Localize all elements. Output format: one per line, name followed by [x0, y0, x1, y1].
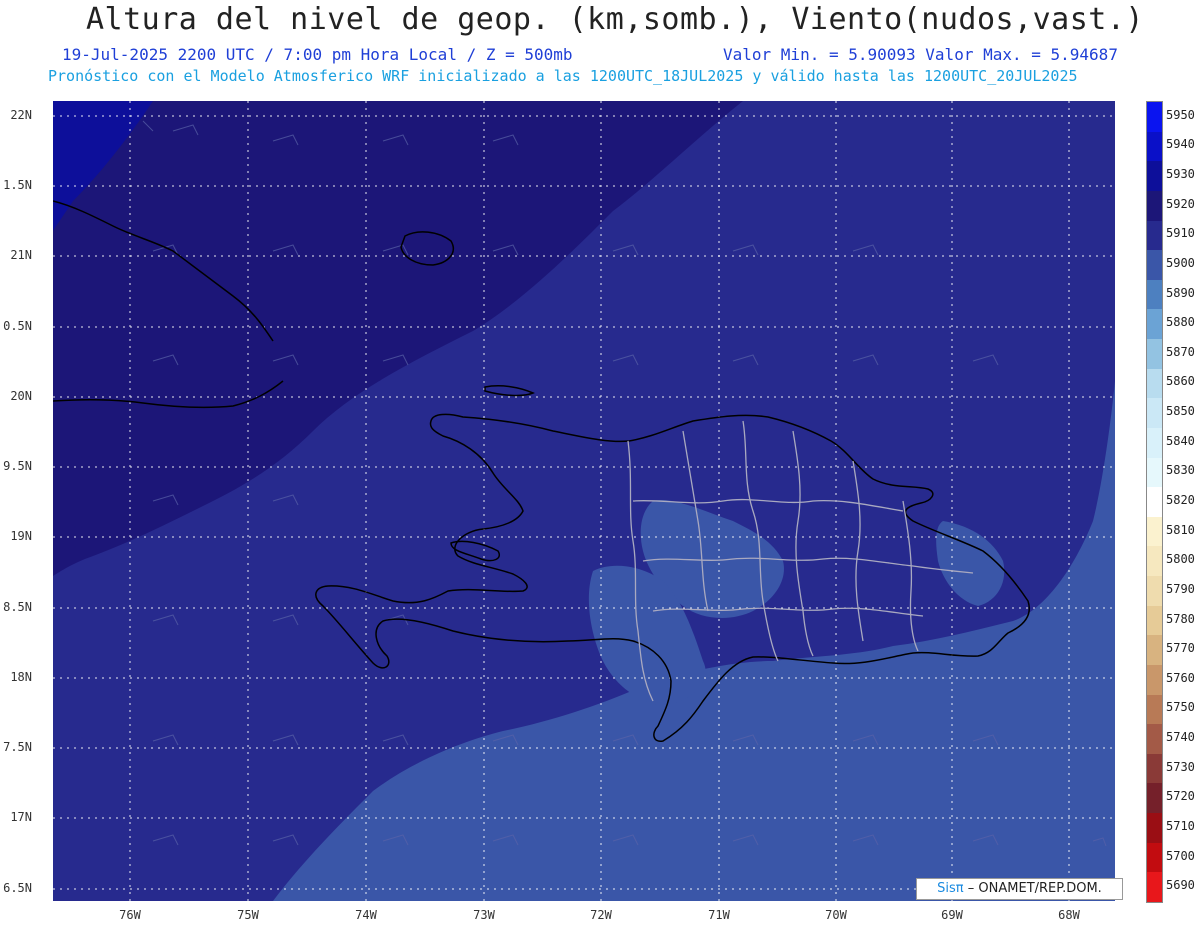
- colorbar-swatch: [1147, 842, 1162, 873]
- colorbar-swatch: [1147, 398, 1162, 429]
- lat-label: 7.5N: [3, 740, 32, 754]
- colorbar-swatch: [1147, 457, 1162, 488]
- sispi-logo: Sisπ: [937, 881, 964, 896]
- lat-label: 8.5N: [3, 600, 32, 614]
- lon-label: 70W: [825, 908, 847, 922]
- colorbar-label: 5920: [1166, 196, 1195, 211]
- colorbar-label: 5760: [1166, 670, 1195, 685]
- colorbar-swatch: [1147, 220, 1162, 251]
- colorbar-label: 5890: [1166, 285, 1195, 300]
- colorbar-label: 5800: [1166, 552, 1195, 567]
- lon-label: 71W: [708, 908, 730, 922]
- colorbar-swatch: [1147, 694, 1162, 725]
- lat-label: 1.5N: [3, 178, 32, 192]
- colorbar-label: 5940: [1166, 137, 1195, 152]
- colorbar-swatch: [1147, 605, 1162, 636]
- colorbar-swatch: [1147, 131, 1162, 162]
- colorbar-swatch: [1147, 309, 1162, 340]
- map-title: Altura del nivel de geop. (km,somb.), Vi…: [85, 2, 1144, 37]
- colorbar-swatch: [1147, 161, 1162, 192]
- colorbar-label: 5870: [1166, 344, 1195, 359]
- colorbar-label: 5820: [1166, 493, 1195, 507]
- colorbar-swatch: [1147, 427, 1162, 459]
- lat-label: 18N: [10, 670, 32, 684]
- lon-label: 69W: [941, 908, 963, 922]
- colorbar-swatch: [1147, 250, 1162, 281]
- lat-label: 6.5N: [3, 881, 32, 895]
- forecast-map: [53, 101, 1115, 901]
- colorbar-swatch: [1147, 872, 1162, 903]
- value-range: Valor Min. = 5.90093 Valor Max. = 5.9468…: [723, 45, 1118, 64]
- colorbar-label: 5930: [1166, 167, 1195, 182]
- colorbar-swatch: [1147, 813, 1162, 844]
- colorbar-label: 5710: [1166, 818, 1195, 833]
- credit-box: Sisπ – ONAMET/REP.DOM.: [916, 878, 1123, 900]
- lat-label: 19N: [10, 529, 32, 543]
- colorbar-swatch: [1147, 753, 1162, 784]
- colorbar-swatch: [1147, 576, 1162, 607]
- lat-label: 22N: [10, 108, 32, 122]
- colorbar-swatch: [1147, 664, 1162, 696]
- colorbar-label: 5750: [1166, 700, 1195, 715]
- colorbar-label: 5730: [1166, 759, 1195, 774]
- lat-label: 0.5N: [3, 319, 32, 333]
- colorbar-swatch: [1147, 635, 1162, 666]
- colorbar-label: 5720: [1166, 789, 1195, 804]
- lon-label: 74W: [355, 908, 377, 922]
- model-info: Pronóstico con el Modelo Atmosferico WRF…: [48, 67, 1078, 85]
- colorbar-label: 5900: [1166, 255, 1195, 270]
- credit-text: – ONAMET/REP.DOM.: [967, 881, 1102, 896]
- lon-label: 72W: [590, 908, 612, 922]
- lat-label: 21N: [10, 248, 32, 262]
- colorbar-label: 5740: [1166, 730, 1195, 745]
- colorbar-swatch: [1147, 724, 1162, 755]
- colorbar-label: 5840: [1166, 433, 1195, 448]
- colorbar: [1146, 101, 1163, 903]
- colorbar-label: 5810: [1166, 522, 1195, 537]
- colorbar-label: 5770: [1166, 641, 1195, 656]
- lon-label: 75W: [237, 908, 259, 922]
- lat-label: 9.5N: [3, 459, 32, 473]
- colorbar-label: 5690: [1166, 878, 1195, 893]
- lat-label: 20N: [10, 389, 32, 403]
- colorbar-label: 5790: [1166, 581, 1195, 596]
- colorbar-swatch: [1147, 546, 1162, 577]
- lon-label: 73W: [473, 908, 495, 922]
- colorbar-swatch: [1147, 487, 1162, 518]
- lat-label: 17N: [10, 810, 32, 824]
- colorbar-swatch: [1147, 339, 1162, 370]
- colorbar-swatch: [1147, 783, 1162, 814]
- colorbar-swatch: [1147, 368, 1162, 399]
- colorbar-label: 5860: [1166, 374, 1195, 389]
- valid-time: 19-Jul-2025 2200 UTC / 7:00 pm Hora Loca…: [62, 45, 573, 64]
- colorbar-label: 5700: [1166, 848, 1195, 863]
- colorbar-label: 5950: [1166, 107, 1195, 122]
- colorbar-swatch: [1147, 516, 1162, 547]
- lon-label: 76W: [119, 908, 141, 922]
- colorbar-swatch: [1147, 279, 1162, 310]
- colorbar-label: 5880: [1166, 315, 1195, 330]
- colorbar-swatch: [1147, 102, 1162, 133]
- colorbar-label: 5830: [1166, 463, 1195, 478]
- lon-label: 68W: [1058, 908, 1080, 922]
- colorbar-label: 5910: [1166, 226, 1195, 241]
- colorbar-label: 5850: [1166, 404, 1195, 419]
- colorbar-label: 5780: [1166, 611, 1195, 626]
- colorbar-swatch: [1147, 190, 1162, 221]
